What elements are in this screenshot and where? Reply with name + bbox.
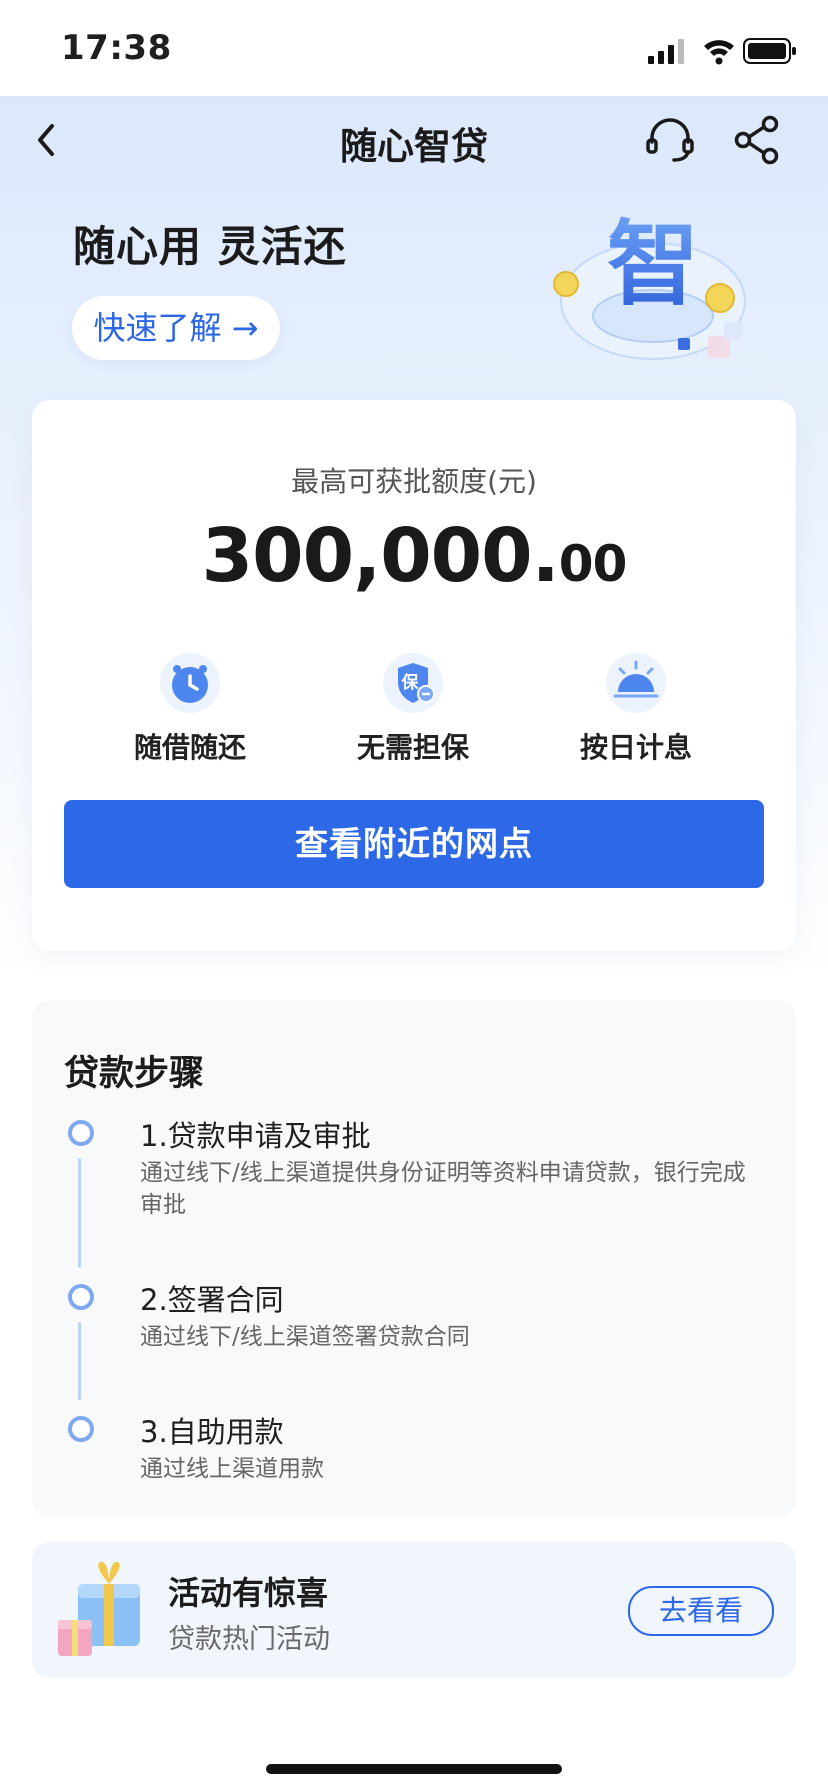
feature-flexible-repay: 随借随还 (100, 652, 280, 766)
signal-icon (648, 39, 684, 64)
page-title: 随心智贷 (340, 125, 488, 168)
feature-label: 无需担保 (356, 731, 469, 764)
home-indicator[interactable] (266, 1764, 562, 1774)
step-3-marker (68, 1416, 94, 1442)
step-2-marker (68, 1284, 94, 1310)
share-icon[interactable] (732, 114, 782, 166)
step-3-title: 3.自助用款 (140, 1415, 284, 1449)
step-1-desc: 通过线下/线上渠道提供身份证明等资料申请贷款，银行完成审批 (140, 1160, 746, 1218)
shield-icon: 保 (383, 653, 443, 713)
battery-icon (743, 38, 796, 64)
promo-subtitle: 贷款热门活动 (168, 1624, 330, 1655)
feature-daily-interest: 按日计息 (546, 652, 726, 766)
hero-art-glyph: 智 (607, 211, 699, 318)
clock-icon (160, 653, 220, 713)
quota-amount-decimal: 00 (558, 535, 628, 593)
gift-icon (58, 1561, 140, 1656)
smart-loan-illustration: 智 (553, 211, 746, 360)
quota-label: 最高可获批额度(元) (291, 465, 537, 498)
shield-icon-text: 保 (401, 672, 420, 693)
feature-no-guarantee: 保 无需担保 (323, 652, 503, 766)
steps-title: 贷款步骤 (64, 1054, 205, 1094)
step-connector (78, 1158, 81, 1268)
learn-more-button[interactable]: 快速了解 → (72, 296, 280, 360)
feature-label: 随借随还 (133, 731, 246, 764)
promo-title: 活动有惊喜 (168, 1574, 329, 1612)
wifi-icon (704, 40, 734, 65)
nearby-branches-button[interactable]: 查看附近的网点 (64, 800, 764, 888)
headset-icon[interactable] (644, 114, 696, 166)
sunrise-icon (606, 653, 666, 713)
step-2-desc: 通过线下/线上渠道签署贷款合同 (140, 1324, 470, 1350)
step-connector (78, 1322, 81, 1400)
promo-view-button[interactable]: 去看看 (628, 1586, 774, 1636)
quota-amount: 300,000.00 (0, 513, 828, 599)
step-1-title: 1.贷款申请及审批 (140, 1119, 371, 1153)
quota-amount-main: 300,000. (201, 513, 560, 599)
step-2-title: 2.签署合同 (140, 1283, 284, 1317)
step-3-desc: 通过线上渠道用款 (140, 1456, 324, 1482)
status-icons (648, 38, 796, 65)
status-time: 17:38 (61, 28, 172, 68)
step-1-marker (68, 1120, 94, 1146)
feature-label: 按日计息 (579, 731, 692, 764)
hero-slogan: 随心用 灵活还 (73, 222, 347, 271)
